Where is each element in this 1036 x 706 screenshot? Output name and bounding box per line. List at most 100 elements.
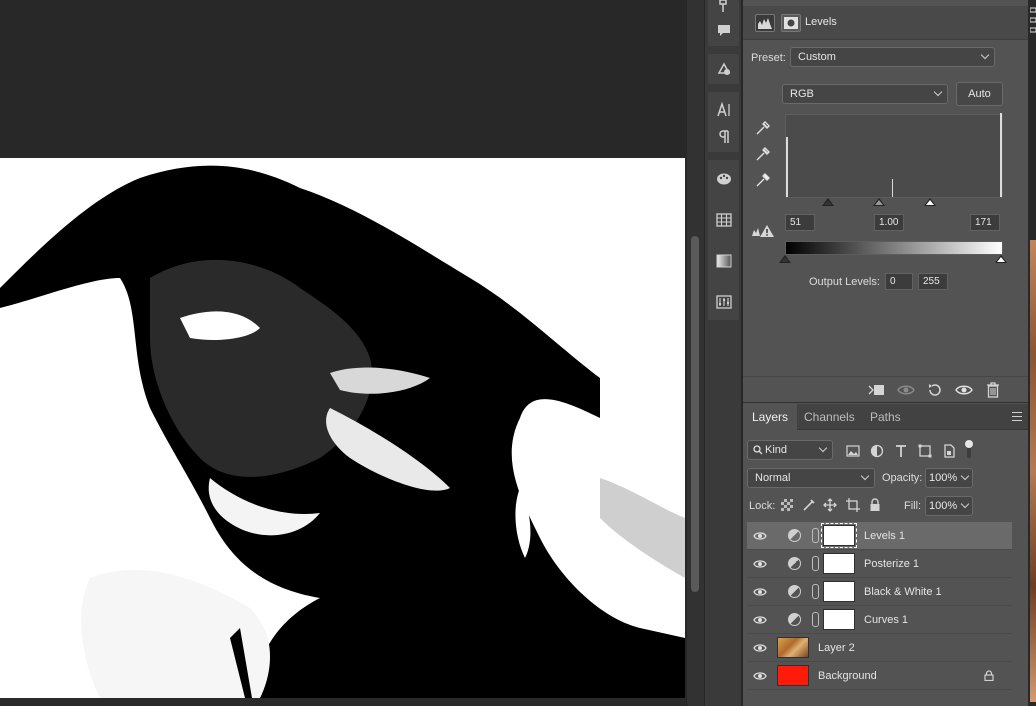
opacity-value: 100%	[929, 472, 958, 484]
filter-smart-object-icon[interactable]	[941, 443, 957, 459]
layer-row-curves-1[interactable]: Curves 1	[747, 606, 1012, 634]
levels-adjustment-icon[interactable]	[755, 14, 775, 32]
adjustment-layer-icon	[788, 613, 801, 626]
channel-dropdown[interactable]: RGB	[782, 84, 948, 104]
comments-icon[interactable]	[708, 16, 739, 44]
posterized-portrait-image	[0, 158, 685, 698]
filter-type-icon[interactable]	[893, 443, 909, 459]
panel-menu-icon[interactable]	[1012, 412, 1022, 421]
properties-header: Levels	[743, 6, 1028, 40]
layer-name: Layer 2	[818, 642, 855, 654]
input-black-slider[interactable]	[822, 198, 834, 206]
reset-adjustment-icon[interactable]	[926, 382, 944, 398]
output-black-field[interactable]: 0	[885, 273, 913, 290]
adjustment-layer-icon	[788, 529, 801, 542]
lock-all-icon[interactable]	[869, 498, 881, 512]
tab-channels[interactable]: Channels	[795, 404, 864, 430]
filter-toggle-switch[interactable]	[965, 440, 973, 458]
preset-dropdown[interactable]: Custom	[790, 47, 995, 67]
swatches-icon[interactable]	[708, 206, 739, 234]
mask-link-icon[interactable]	[812, 612, 819, 627]
preset-value: Custom	[798, 51, 836, 63]
view-previous-state-icon[interactable]	[897, 382, 915, 398]
color-palette-icon[interactable]	[708, 165, 739, 193]
clip-to-layer-icon[interactable]	[867, 382, 885, 398]
eye-visibility-icon[interactable]	[753, 670, 767, 682]
tab-paths[interactable]: Paths	[861, 404, 910, 430]
input-white-field[interactable]: 171	[970, 214, 1000, 231]
right-panels: Levels Preset: Custom RGB Auto 51 1.00 1…	[743, 0, 1028, 706]
output-white-slider[interactable]	[995, 255, 1007, 263]
white-point-eyedropper-icon[interactable]	[753, 170, 773, 190]
fill-field[interactable]: 100%	[925, 496, 973, 516]
canvas-image[interactable]	[0, 158, 685, 698]
history-icon[interactable]	[708, 55, 739, 83]
lock-position-icon[interactable]	[823, 498, 837, 512]
layer-name: Curves 1	[864, 614, 909, 626]
output-black-slider[interactable]	[779, 255, 791, 263]
filter-shape-icon[interactable]	[917, 443, 933, 459]
layer-row-black-white-1[interactable]: Black & White 1	[747, 578, 1012, 606]
eye-visibility-icon[interactable]	[753, 530, 767, 542]
layer-mask-thumbnail[interactable]	[823, 581, 855, 602]
layer-row-layer-2[interactable]: Layer 2	[747, 634, 1012, 662]
document-canvas-area[interactable]	[0, 0, 686, 706]
lock-artboard-icon[interactable]	[846, 498, 860, 512]
gray-point-eyedropper-icon[interactable]	[753, 144, 773, 164]
lock-image-pixels-icon[interactable]	[802, 498, 816, 512]
input-gamma-slider[interactable]	[873, 198, 885, 206]
lock-transparent-pixels-icon[interactable]	[781, 499, 793, 511]
layer-mask-thumbnail[interactable]	[821, 523, 857, 548]
scrollbar-thumb[interactable]	[691, 236, 699, 592]
lock-label: Lock:	[749, 500, 776, 512]
layer-mask-thumbnail[interactable]	[823, 609, 855, 630]
layer-row-levels-1[interactable]: Levels 1	[747, 522, 1012, 550]
trash-icon[interactable]	[984, 382, 1002, 398]
eye-visibility-icon[interactable]	[753, 558, 767, 570]
layer-row-posterize-1[interactable]: Posterize 1	[747, 550, 1012, 578]
eye-visibility-icon[interactable]	[753, 642, 767, 654]
strip-group-3	[708, 92, 739, 152]
output-levels-gradient	[785, 241, 1003, 255]
background-window-edge	[1030, 240, 1036, 702]
layer-thumbnail[interactable]	[777, 637, 809, 658]
layer-row-background[interactable]: Background	[747, 662, 1012, 690]
gradients-icon[interactable]	[708, 247, 739, 275]
filter-adjustment-icon[interactable]	[869, 443, 885, 459]
adjustment-layer-icon	[788, 557, 801, 570]
input-black-field[interactable]: 51	[785, 214, 815, 231]
input-white-slider[interactable]	[924, 198, 936, 206]
input-gamma-field[interactable]: 1.00	[874, 214, 904, 231]
layer-name: Black & White 1	[864, 586, 942, 598]
filter-kind-dropdown[interactable]: Kind	[747, 440, 833, 460]
layer-mask-thumbnail[interactable]	[823, 553, 855, 574]
opacity-field[interactable]: 100%	[925, 468, 973, 488]
auto-button[interactable]: Auto	[956, 82, 1003, 106]
mask-link-icon[interactable]	[812, 528, 819, 543]
layer-name: Levels 1	[864, 530, 905, 542]
resize-handle-icon[interactable]	[1030, 4, 1036, 44]
paragraph-icon[interactable]	[708, 123, 739, 151]
properties-title: Levels	[805, 16, 837, 28]
layer-mask-icon[interactable]	[781, 14, 801, 32]
canvas-vertical-scrollbar[interactable]	[686, 0, 704, 706]
fill-value: 100%	[929, 500, 958, 512]
character-icon[interactable]	[708, 96, 739, 124]
black-point-eyedropper-icon[interactable]	[753, 118, 773, 138]
tab-layers[interactable]: Layers	[743, 404, 798, 430]
clipping-warning-icon[interactable]	[751, 224, 775, 238]
strip-group-4	[708, 160, 739, 320]
layer-thumbnail[interactable]	[777, 665, 809, 686]
histogram-bar-white	[1000, 113, 1002, 197]
toggle-visibility-icon[interactable]	[955, 382, 973, 398]
eye-visibility-icon[interactable]	[753, 586, 767, 598]
mask-link-icon[interactable]	[812, 584, 819, 599]
eye-visibility-icon[interactable]	[753, 614, 767, 626]
adjustments-icon[interactable]	[708, 288, 739, 316]
filter-pixel-icon[interactable]	[845, 443, 861, 459]
blend-mode-dropdown[interactable]: Normal	[747, 468, 875, 488]
layer-name: Background	[818, 670, 877, 682]
properties-panel: Levels Preset: Custom RGB Auto 51 1.00 1…	[743, 0, 1028, 403]
output-white-field[interactable]: 255	[918, 273, 948, 290]
mask-link-icon[interactable]	[812, 556, 819, 571]
